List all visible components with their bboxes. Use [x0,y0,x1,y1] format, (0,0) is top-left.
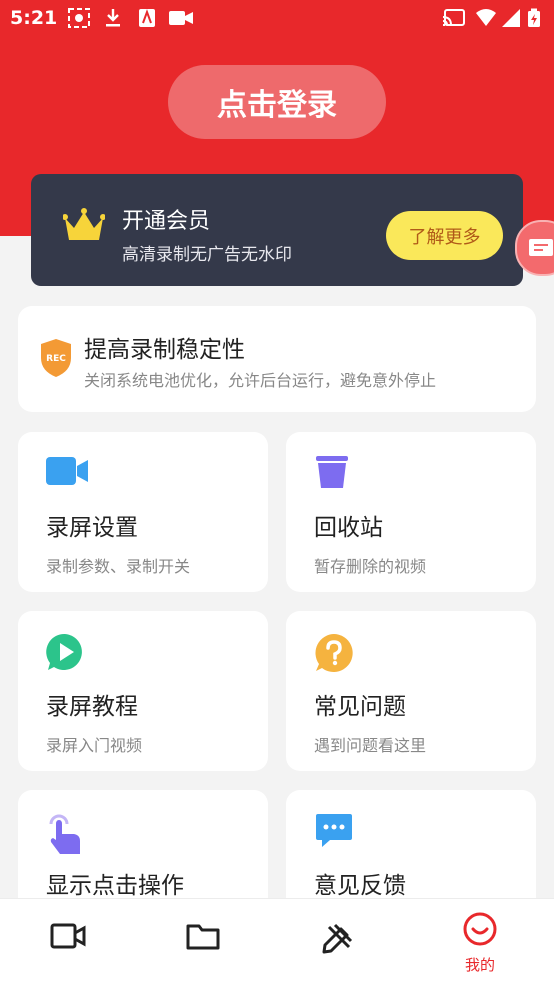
tile-record-settings[interactable]: 录屏设置 录制参数、录制开关 [18,432,268,592]
learn-more-label: 了解更多 [408,226,481,248]
crown-icon [63,208,105,240]
battery-icon [528,8,540,27]
document-app-icon [139,9,155,27]
nav-label-mine: 我的 [464,956,495,974]
nav-item-tools[interactable] [298,899,378,985]
folder-icon [186,924,220,950]
tile-faq[interactable]: 常见问题 遇到问题看这里 [286,611,536,771]
video-camera-status-icon [169,11,193,25]
trash-bin-icon [316,456,348,488]
tile-subtitle: 录屏入门视频 [46,736,143,755]
status-time: 5:21 [10,7,58,29]
tile-tutorial[interactable]: 录屏教程 录屏入门视频 [18,611,268,771]
vip-title: 开通会员 [122,209,211,234]
video-icon [50,923,86,949]
tile-title: 录屏设置 [46,515,138,541]
nav-item-files[interactable] [163,899,243,985]
play-bubble-icon [46,633,82,670]
tile-title: 常见问题 [314,694,406,720]
stability-card[interactable]: REC 提高录制稳定性 关闭系统电池优化，允许后台运行，避免意外停止 [18,306,536,412]
vip-membership-card[interactable]: 开通会员 高清录制无广告无水印 了解更多 [31,174,523,286]
cast-icon [442,9,465,26]
question-icon [315,634,353,672]
tile-title: 显示点击操作 [46,873,184,899]
screen-record-icon [68,8,90,28]
stability-subtitle: 关闭系统电池优化，允许后台运行，避免意外停止 [84,371,437,390]
tile-title: 意见反馈 [314,873,406,899]
signal-icon [502,9,520,27]
chat-bubble-icon [316,814,352,847]
video-camera-icon [46,457,88,485]
tile-recycle-bin[interactable]: 回收站 暂存删除的视频 [286,432,536,592]
svg-text:REC: REC [46,354,66,364]
tile-title: 录屏教程 [46,694,138,720]
vip-subtitle: 高清录制无广告无水印 [122,245,292,265]
tap-hand-icon [49,814,80,854]
smile-icon [463,912,497,946]
edit-tools-icon [322,923,353,954]
login-button[interactable]: 点击登录 [168,65,386,139]
bottom-navigation: 我的 [0,898,554,985]
nav-item-mine[interactable]: 我的 [440,899,520,985]
login-button-label: 点击登录 [217,88,337,123]
tile-subtitle: 遇到问题看这里 [314,736,427,755]
tile-subtitle: 暂存删除的视频 [314,557,427,576]
tile-title: 回收站 [314,515,383,541]
wifi-icon [476,9,496,26]
stability-title: 提高录制稳定性 [84,337,245,363]
tile-subtitle: 录制参数、录制开关 [46,557,191,576]
message-icon [529,239,553,256]
status-bar: 5:21 [0,0,554,36]
download-icon [106,9,120,27]
nav-item-videos[interactable] [28,899,108,985]
learn-more-button[interactable]: 了解更多 [386,211,503,260]
rec-shield-icon: REC [41,339,71,377]
